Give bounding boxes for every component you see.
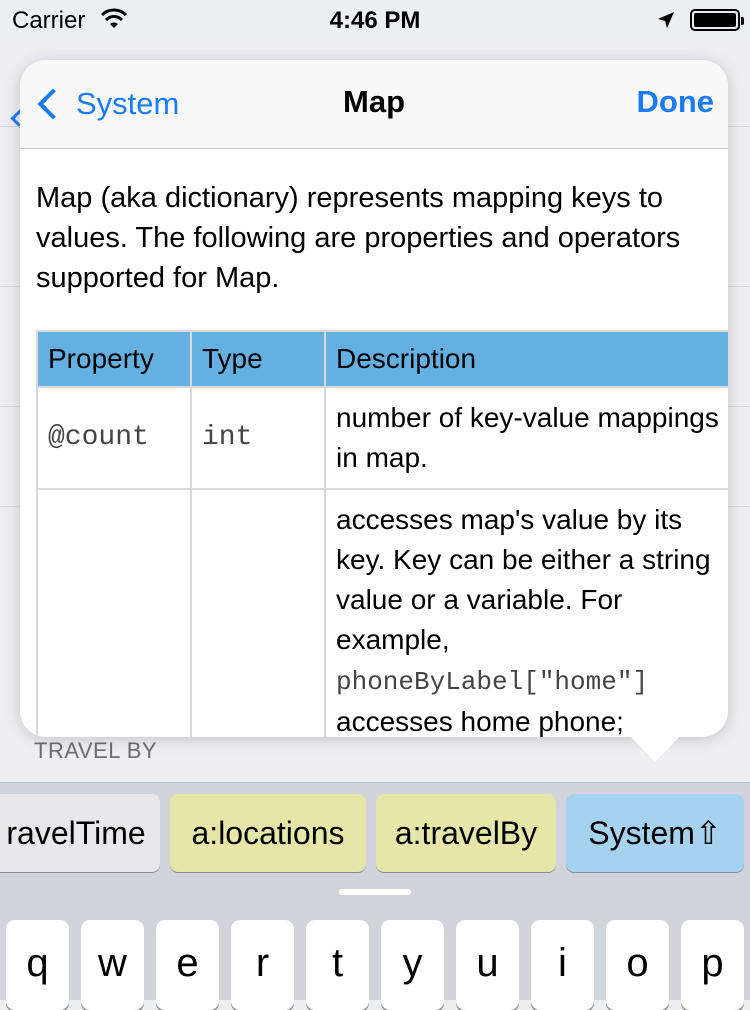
table-row: accesses map's value by its key. Key can…: [36, 488, 728, 737]
divider: [0, 782, 750, 783]
key-q[interactable]: q: [6, 920, 69, 1010]
popover-content[interactable]: Map (aka dictionary) represents mapping …: [36, 148, 728, 737]
suggestion-chip-system[interactable]: System⇧: [566, 794, 744, 872]
description-cell: number of key-value mappings in map.: [324, 386, 728, 490]
description-text: accesses home phone;: [336, 706, 624, 737]
status-bar: Carrier 4:46 PM: [0, 0, 750, 40]
battery-icon: [690, 9, 744, 31]
key-i[interactable]: i: [531, 920, 594, 1010]
popover-title: Map: [343, 84, 405, 119]
column-header-description: Description: [324, 330, 728, 388]
key-r[interactable]: r: [231, 920, 294, 1010]
description-cell: accesses map's value by its key. Key can…: [324, 488, 728, 737]
property-cell: @count: [36, 386, 192, 490]
drag-handle[interactable]: [339, 889, 411, 895]
key-y[interactable]: y: [381, 920, 444, 1010]
key-o[interactable]: o: [606, 920, 669, 1010]
properties-table: Property Type Description @count int num…: [36, 330, 728, 737]
key-p[interactable]: p: [681, 920, 744, 1010]
done-button[interactable]: Done: [637, 84, 715, 120]
type-cell: int: [190, 386, 326, 490]
clock: 4:46 PM: [329, 7, 421, 34]
key-t[interactable]: t: [306, 920, 369, 1010]
type-cell: [190, 488, 326, 737]
column-header-type: Type: [190, 330, 326, 388]
section-header-travel-by: TRAVEL BY: [34, 738, 158, 763]
table-header-row: Property Type Description: [36, 330, 728, 388]
suggestion-chip-traveltime[interactable]: ravelTime: [0, 794, 160, 872]
column-header-property: Property: [36, 330, 192, 388]
description-text: accesses map's value by its key. Key can…: [336, 504, 711, 655]
suggestion-chip-travelby[interactable]: a:travelBy: [376, 794, 556, 872]
help-popover: System Map Done Map (aka dictionary) rep…: [20, 60, 728, 737]
location-arrow-icon: [656, 10, 676, 35]
intro-text: Map (aka dictionary) represents mapping …: [36, 182, 681, 294]
key-e[interactable]: e: [156, 920, 219, 1010]
property-cell: [36, 488, 192, 737]
description-code: phoneByLabel["home"]: [336, 667, 649, 697]
popover-nav-bar: System Map Done: [20, 60, 728, 149]
popover-arrow: [630, 736, 680, 762]
key-w[interactable]: w: [81, 920, 144, 1010]
key-u[interactable]: u: [456, 920, 519, 1010]
suggestion-chip-locations[interactable]: a:locations: [170, 794, 366, 872]
table-row: @count int number of key-value mappings …: [36, 386, 728, 490]
